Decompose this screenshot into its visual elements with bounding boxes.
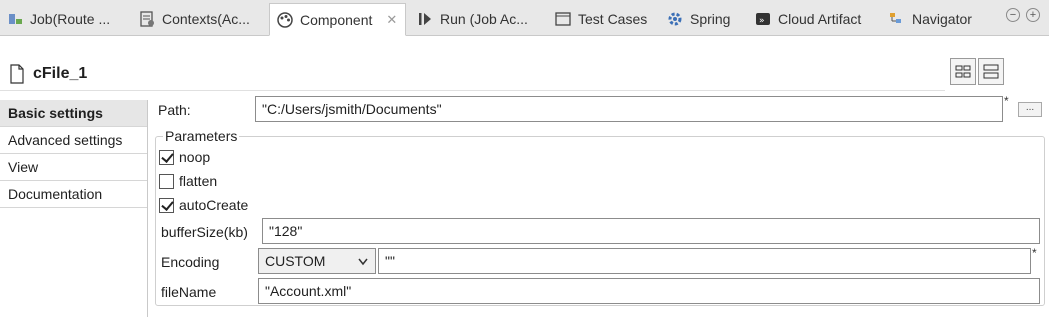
- component-title-bar: cFile_1: [0, 56, 945, 91]
- tab-job[interactable]: Job(Route ...: [0, 2, 128, 36]
- run-icon: [416, 10, 434, 28]
- tab-test-cases[interactable]: Test Cases: [548, 2, 658, 36]
- grid-layout-button[interactable]: [950, 58, 976, 85]
- filename-field[interactable]: "Account.xml": [258, 278, 1040, 304]
- cloud-artifact-icon: »: [754, 10, 772, 28]
- parameters-title: Parameters: [163, 128, 240, 144]
- editor-tab-bar: Job(Route ... Contexts(Ac... Component ✕…: [0, 0, 1049, 36]
- stacked-layout-button[interactable]: [978, 58, 1004, 85]
- test-cases-icon: [554, 10, 572, 28]
- nav-advanced-settings[interactable]: Advanced settings: [0, 127, 147, 154]
- navigator-icon: [888, 10, 906, 28]
- minimize-icon[interactable]: −: [1006, 8, 1020, 22]
- autocreate-label: autoCreate: [179, 197, 249, 213]
- flatten-label: flatten: [179, 173, 218, 189]
- tab-cloud-artifact[interactable]: » Cloud Artifact: [748, 2, 878, 36]
- tab-contexts[interactable]: Contexts(Ac...: [132, 2, 268, 36]
- encoding-selected-value: CUSTOM: [265, 253, 326, 269]
- tab-label: Navigator: [912, 11, 972, 27]
- tab-spring[interactable]: Spring: [660, 2, 746, 36]
- svg-text:»: »: [759, 16, 765, 26]
- browse-button[interactable]: ...: [1018, 102, 1042, 117]
- close-icon[interactable]: ✕: [386, 12, 397, 28]
- noop-checkbox[interactable]: [159, 149, 174, 165]
- noop-option: noop: [159, 147, 210, 167]
- tab-component[interactable]: Component ✕: [269, 3, 406, 36]
- encoding-custom-field[interactable]: "": [378, 248, 1031, 274]
- tab-label: Test Cases: [578, 11, 648, 27]
- document-icon: [8, 64, 26, 84]
- tab-label: Component: [300, 11, 373, 28]
- autocreate-option: autoCreate: [159, 195, 248, 215]
- encoding-select[interactable]: CUSTOM: [258, 248, 376, 274]
- required-mark: *: [1004, 94, 1009, 108]
- noop-label: noop: [179, 149, 211, 165]
- job-icon: [6, 10, 24, 28]
- component-title: cFile_1: [33, 65, 88, 82]
- flatten-checkbox[interactable]: [159, 173, 174, 189]
- nav-documentation[interactable]: Documentation: [0, 181, 147, 208]
- tab-label: Job(Route ...: [30, 11, 111, 27]
- settings-nav: Basic settings Advanced settings View Do…: [0, 100, 148, 317]
- buffersize-field[interactable]: "128": [262, 218, 1040, 244]
- encoding-label: Encoding: [161, 254, 220, 270]
- spring-gear-icon: [666, 10, 684, 28]
- filename-label: fileName: [161, 284, 217, 300]
- autocreate-checkbox[interactable]: [159, 197, 174, 213]
- tab-run[interactable]: Run (Job Ac...: [410, 2, 546, 36]
- buffersize-label: bufferSize(kb): [161, 224, 248, 240]
- path-field[interactable]: "C:/Users/jsmith/Documents": [255, 96, 1003, 122]
- tab-label: Run (Job Ac...: [440, 11, 528, 27]
- tab-label: Contexts(Ac...: [162, 11, 250, 27]
- required-mark: *: [1032, 246, 1037, 260]
- path-label: Path:: [158, 102, 191, 118]
- flatten-option: flatten: [159, 171, 217, 191]
- component-palette-icon: [276, 11, 294, 29]
- nav-basic-settings[interactable]: Basic settings: [0, 100, 147, 127]
- maximize-icon[interactable]: +: [1026, 8, 1040, 22]
- contexts-icon: [138, 10, 156, 28]
- tab-label: Spring: [690, 11, 731, 27]
- tab-navigator[interactable]: Navigator: [882, 2, 992, 36]
- nav-view[interactable]: View: [0, 154, 147, 181]
- tab-label: Cloud Artifact: [778, 11, 862, 27]
